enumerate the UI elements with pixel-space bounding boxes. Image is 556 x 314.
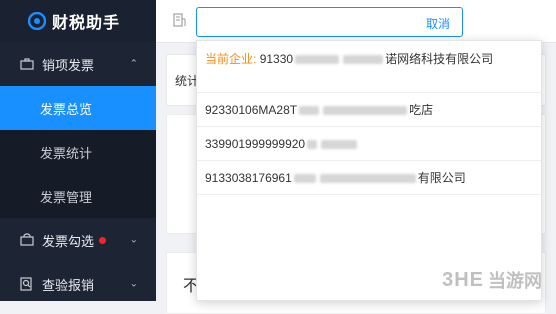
redacted-text <box>299 106 320 116</box>
menu-group-label: 查验报销 <box>42 277 95 293</box>
company-option[interactable]: 92330106MA28T 吃店 <box>197 93 541 127</box>
company-option[interactable]: 339901999999920 <box>197 127 541 161</box>
company-name: 诺网络科技有限公司 <box>385 52 494 66</box>
menu-item-label: 发票管理 <box>40 189 93 205</box>
redacted-text <box>307 140 318 150</box>
chevron-down-icon: ⌄ <box>129 278 138 290</box>
company-search-input[interactable] <box>205 8 409 36</box>
menu-group-invoice-select[interactable]: 发票勾选 ⌄ <box>0 218 156 262</box>
company-dropdown: 当前企业: 91330 诺网络科技有限公司 92330106MA28T 吃店 339… <box>196 40 542 301</box>
chevron-up-icon: ⌃ <box>129 58 138 70</box>
notification-badge <box>99 236 107 244</box>
menu-group-label: 发票勾选 <box>42 233 95 249</box>
company-code: 9133038176961 <box>205 171 292 185</box>
cancel-button[interactable]: 取消 <box>426 15 450 32</box>
menu-item-invoice-stats[interactable]: 发票统计 <box>0 130 156 174</box>
menu-group-sales-invoice[interactable]: 销项发票 ⌃ <box>0 42 156 86</box>
chevron-down-icon: ⌄ <box>129 234 138 246</box>
app-title: 财税助手 <box>52 15 121 32</box>
search-doc-icon <box>20 277 32 291</box>
briefcase-icon <box>20 58 34 70</box>
redacted-text <box>293 174 316 184</box>
redacted-text <box>323 106 408 116</box>
company-option[interactable]: 9133038176961 有限公司 <box>197 161 541 195</box>
menu-group-verify-reimburse[interactable]: 查验报销 ⌄ <box>0 262 156 306</box>
menu-group-label: 销项发票 <box>42 57 95 73</box>
company-name: 吃店 <box>409 103 434 117</box>
menu-item-invoice-overview[interactable]: 发票总览 <box>0 86 156 130</box>
site-watermark: 3HE 当游网 <box>442 267 542 293</box>
menu-item-label: 发票总览 <box>40 101 93 117</box>
company-code: 339901999999920 <box>205 137 306 151</box>
redacted-text <box>343 55 384 65</box>
watermark-text: 当游网 <box>488 271 542 291</box>
bag-icon <box>20 233 34 246</box>
company-code: 91330 <box>259 52 294 66</box>
redacted-text <box>321 140 358 150</box>
top-bar: 取消 <box>156 0 556 43</box>
sidebar: 财税助手 销项发票 ⌃ 发票总览 发票统计 发票管理 发票勾选 ⌄ 查验报销 ⌄ <box>0 0 156 301</box>
watermark-brand: 3HE <box>442 268 484 291</box>
company-code: 92330106MA28T <box>205 103 298 117</box>
app-logo[interactable]: 财税助手 <box>0 0 156 42</box>
company-search: 取消 <box>196 7 463 37</box>
redacted-text <box>319 174 416 184</box>
redacted-text <box>295 55 340 65</box>
current-company-label: 当前企业: <box>205 52 257 66</box>
logo-icon <box>28 12 46 30</box>
current-company-option[interactable]: 当前企业: 91330 诺网络科技有限公司 <box>197 41 541 93</box>
menu-item-label: 发票统计 <box>40 145 93 161</box>
company-name: 有限公司 <box>417 171 466 185</box>
building-icon[interactable] <box>172 13 186 27</box>
menu-item-invoice-manage[interactable]: 发票管理 <box>0 174 156 218</box>
